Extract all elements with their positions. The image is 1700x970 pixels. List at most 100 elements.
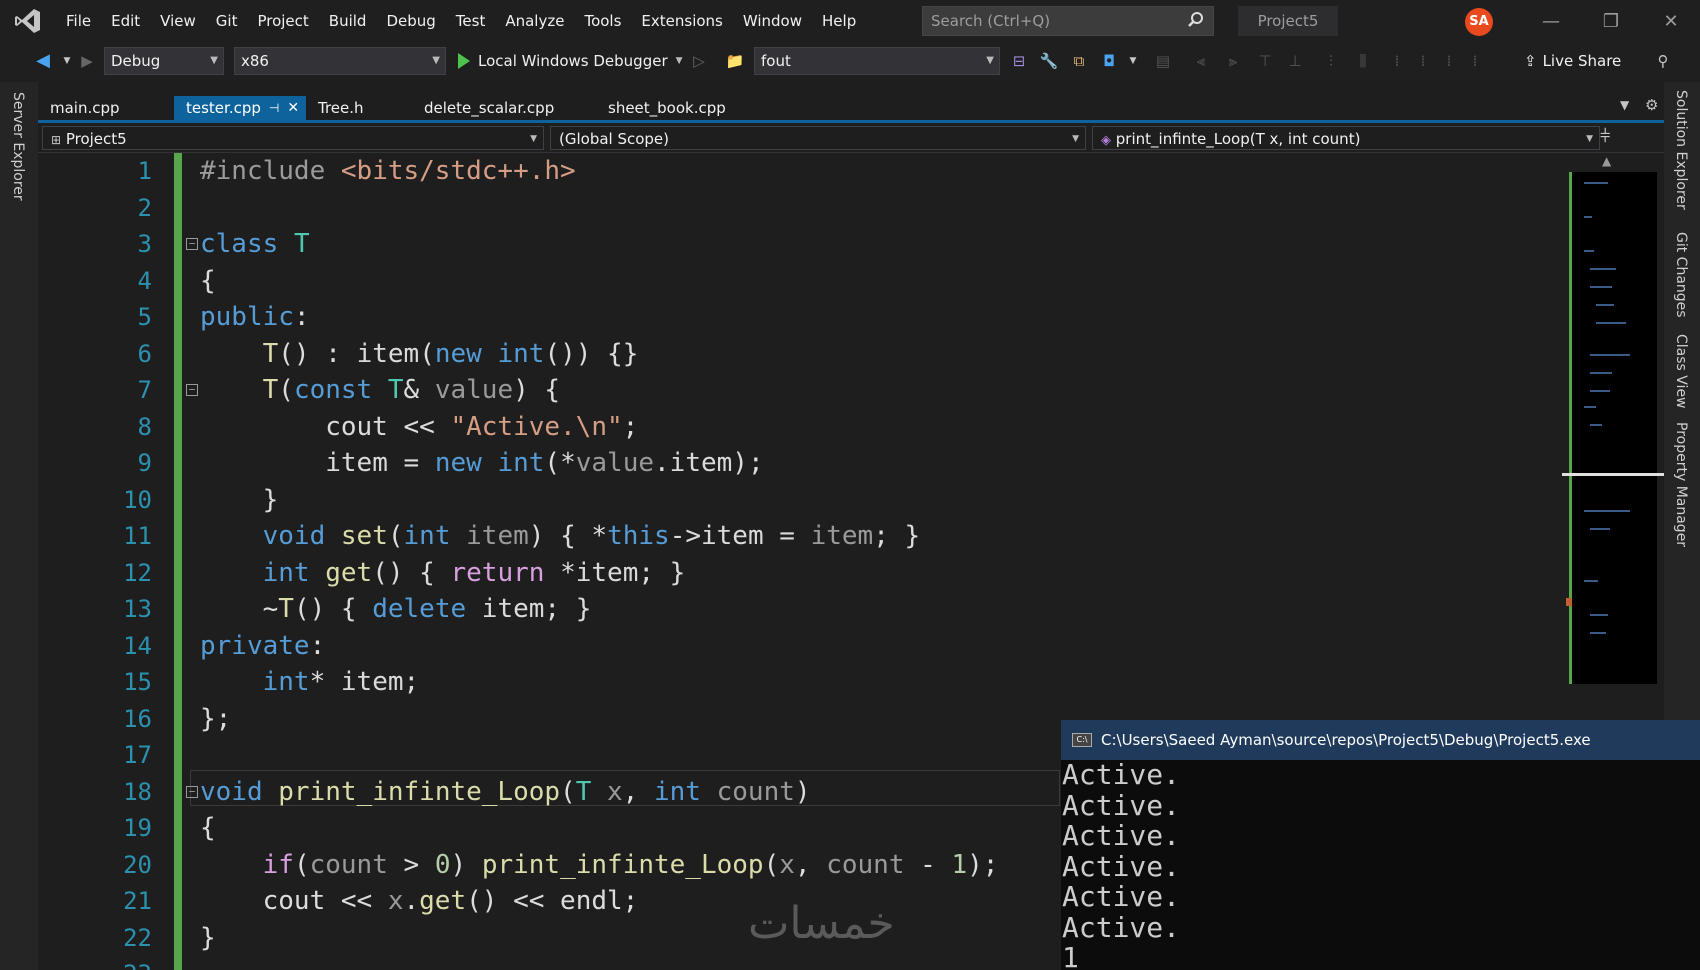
- find-combo[interactable]: fout ▼: [754, 47, 1000, 75]
- project-icon: ⊞: [51, 133, 62, 147]
- line-number: 19: [123, 814, 152, 842]
- project-combo[interactable]: ⊞ Project5 ▼: [42, 126, 544, 150]
- line-number: 10: [123, 485, 152, 514]
- comment-icon[interactable]: ▤: [1152, 50, 1174, 72]
- center-vertical-icon[interactable]: ⫶: [1320, 50, 1342, 72]
- menu-item-view[interactable]: View: [150, 0, 206, 42]
- start-debugger-button[interactable]: Local Windows Debugger ▼: [458, 47, 683, 75]
- line-number: 17: [123, 741, 152, 769]
- menu-item-project[interactable]: Project: [247, 0, 318, 42]
- menu-item-git[interactable]: Git: [206, 0, 248, 42]
- menu-item-window[interactable]: Window: [733, 0, 812, 42]
- menu-item-debug[interactable]: Debug: [376, 0, 445, 42]
- line-number: 3: [137, 230, 152, 258]
- left-tool-rail: Server Explorer: [0, 82, 38, 970]
- git-changes-tab[interactable]: Git Changes: [1673, 232, 1689, 318]
- right-tool-rail: Solution Explorer Git Changes Class View…: [1664, 82, 1700, 722]
- minimap-preview[interactable]: [1569, 172, 1657, 684]
- tab-delete-scalar-cpp[interactable]: delete_scalar.cpp: [412, 96, 596, 120]
- close-tab-icon[interactable]: ✕: [287, 96, 299, 120]
- screen-icon[interactable]: ◘: [1098, 50, 1120, 72]
- console-title[interactable]: C:\Users\Saeed Ayman\source\repos\Projec…: [1061, 720, 1700, 760]
- minimize-icon[interactable]: —: [1536, 8, 1566, 36]
- window-icon[interactable]: ⧉: [1068, 50, 1090, 72]
- split-editor-icon[interactable]: ⫩: [1600, 126, 1610, 147]
- spacing-icon[interactable]: ⁞: [1386, 50, 1408, 72]
- line-number: 14: [123, 631, 152, 660]
- spacing-3-icon[interactable]: ⁞: [1438, 50, 1460, 72]
- minimap-line: [1584, 182, 1608, 184]
- back-icon[interactable]: ◀: [32, 50, 54, 72]
- menu-item-analyze[interactable]: Analyze: [495, 0, 574, 42]
- code-line: − T(const T& value) {: [186, 372, 1560, 409]
- debugger-dropdown-icon[interactable]: ▼: [676, 47, 683, 75]
- align-bottom-icon[interactable]: ⊥: [1284, 50, 1306, 72]
- console-app-icon: C:\: [1072, 733, 1092, 747]
- menu-item-test[interactable]: Test: [446, 0, 496, 42]
- tab-overflow-icon[interactable]: ▼: [1620, 98, 1629, 112]
- tab-tester-cpp[interactable]: tester.cpp ⊣ ✕: [174, 96, 306, 120]
- align-right-icon[interactable]: ⫸: [1222, 50, 1244, 72]
- close-window-icon[interactable]: ✕: [1656, 8, 1686, 36]
- member-combo[interactable]: ◈ print_infinte_Loop(T x, int count) ▼: [1092, 126, 1600, 150]
- back-dropdown-icon[interactable]: ▼: [56, 50, 78, 72]
- minimap-line: [1584, 510, 1630, 512]
- find-in-files-icon[interactable]: 📁: [724, 50, 746, 72]
- menu-item-build[interactable]: Build: [319, 0, 377, 42]
- center-horizontal-icon[interactable]: ⫼: [1352, 50, 1374, 72]
- minimap-line: [1584, 250, 1594, 252]
- gear-icon[interactable]: ⚙: [1645, 96, 1658, 114]
- menu-item-file[interactable]: File: [56, 0, 101, 42]
- menu-item-tools[interactable]: Tools: [574, 0, 631, 42]
- live-share-button[interactable]: ⇪ Live Share: [1524, 47, 1621, 75]
- solution-explorer-tab[interactable]: Solution Explorer: [1673, 90, 1689, 210]
- minimap-line: [1596, 304, 1614, 306]
- menu-items: File Edit View Git Project Build Debug Test Anal…: [56, 0, 866, 42]
- search-input[interactable]: Search (Ctrl+Q): [922, 6, 1214, 36]
- platform-value: x86: [241, 52, 269, 70]
- line-number: 13: [123, 595, 152, 623]
- menu-bar: File Edit View Git Project Build Debug Test Anal…: [0, 0, 1700, 42]
- tab-tree-h[interactable]: Tree.h: [306, 96, 412, 120]
- spacing-2-icon[interactable]: ⁞: [1412, 50, 1434, 72]
- line-number: 5: [137, 303, 152, 331]
- code-line: T() : item(new int()) {}: [262, 338, 639, 369]
- align-top-icon[interactable]: ⊤: [1254, 50, 1276, 72]
- collapse-icon[interactable]: −: [186, 384, 198, 396]
- align-left-icon[interactable]: ⫷: [1190, 50, 1212, 72]
- find-value: fout: [761, 52, 791, 70]
- tab-main-cpp[interactable]: main.cpp: [38, 96, 174, 120]
- class-view-tab[interactable]: Class View: [1673, 334, 1689, 409]
- pin-icon[interactable]: ⊣: [269, 96, 279, 120]
- platform-select[interactable]: x86 ▼: [234, 47, 446, 75]
- menu-item-extensions[interactable]: Extensions: [631, 0, 732, 42]
- code-line: cout << "Active.\n";: [200, 411, 639, 442]
- wrench-icon[interactable]: 🔧: [1038, 50, 1060, 72]
- feedback-icon[interactable]: ⚲: [1652, 50, 1674, 72]
- project-name-badge: Project5: [1238, 6, 1338, 36]
- pipeline-icon[interactable]: ⊟: [1008, 50, 1030, 72]
- spacing-4-icon[interactable]: ⁞: [1464, 50, 1486, 72]
- menu-item-edit[interactable]: Edit: [101, 0, 150, 42]
- collapse-icon[interactable]: −: [186, 238, 198, 250]
- scroll-up-icon[interactable]: ▲: [1602, 154, 1611, 168]
- forward-icon[interactable]: ▶: [76, 50, 98, 72]
- line-number: 1: [137, 157, 152, 185]
- search-icon: [1187, 11, 1205, 33]
- menu-item-help[interactable]: Help: [812, 0, 866, 42]
- minimap-line: [1590, 286, 1612, 288]
- line-number-gutter: 1234567891011121314151617181920212223: [66, 153, 156, 970]
- avatar[interactable]: SA: [1465, 8, 1493, 36]
- minimap-viewport-marker[interactable]: [1562, 473, 1664, 476]
- visual-studio-logo-icon: [8, 0, 48, 42]
- configuration-select[interactable]: Debug ▼: [104, 47, 224, 75]
- tab-sheet-book-cpp[interactable]: sheet_book.cpp: [596, 96, 756, 120]
- scope-combo[interactable]: (Global Scope) ▼: [550, 126, 1086, 150]
- restore-icon[interactable]: ❐: [1596, 8, 1626, 36]
- start-without-debugging-icon[interactable]: ▷: [688, 50, 710, 72]
- collapse-icon[interactable]: −: [186, 785, 198, 798]
- property-manager-tab[interactable]: Property Manager: [1673, 422, 1689, 547]
- server-explorer-tab[interactable]: Server Explorer: [10, 92, 26, 201]
- toolbar-dropdown-icon[interactable]: ▼: [1122, 50, 1144, 72]
- project-combo-value: Project5: [65, 130, 127, 148]
